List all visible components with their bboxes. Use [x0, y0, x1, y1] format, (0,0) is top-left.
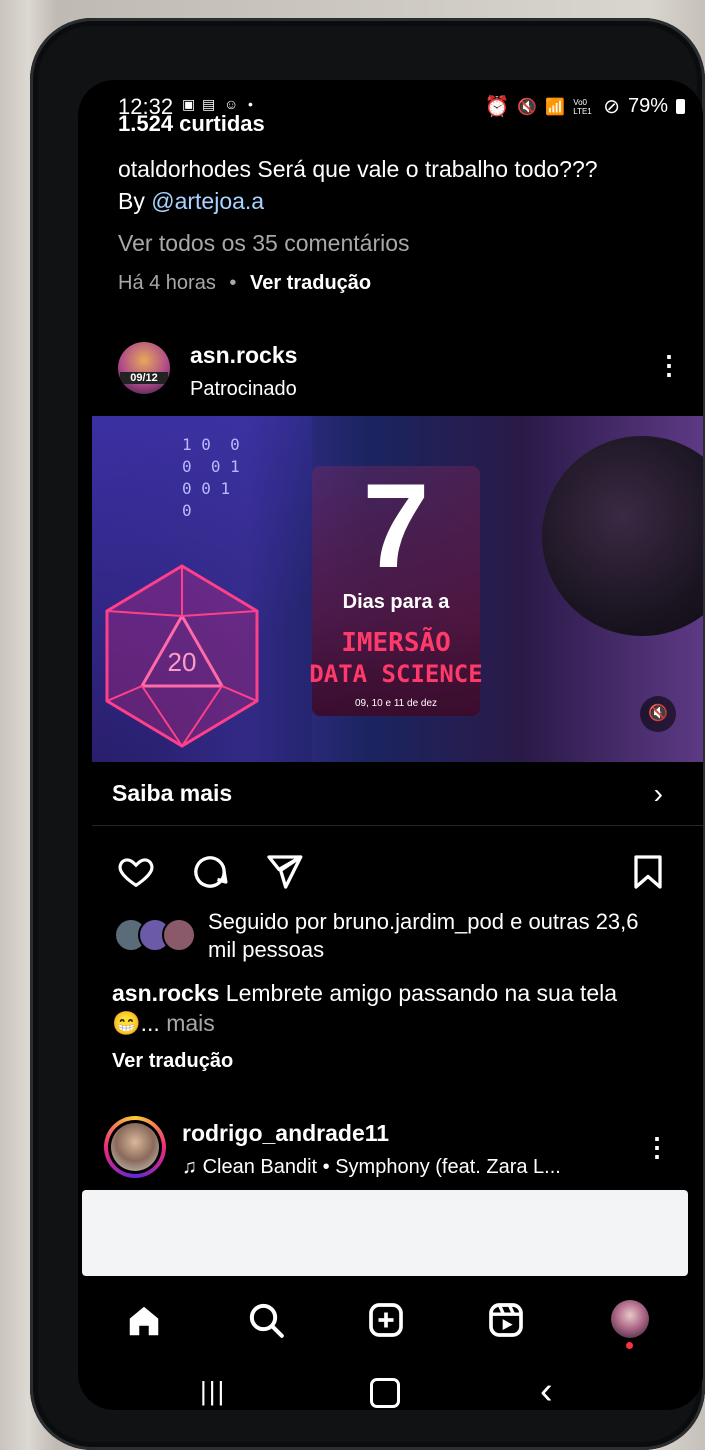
countdown-label: Dias para a [342, 591, 450, 613]
prev-caption-text: Será que vale o trabalho todo??? [257, 156, 598, 182]
reels-icon[interactable] [486, 1300, 526, 1340]
search-icon[interactable] [246, 1300, 286, 1340]
likes-count: 1.524 curtidas [118, 114, 265, 134]
story-ring[interactable] [104, 1116, 166, 1178]
event-title-line2: DATA SCIENCE [309, 660, 483, 688]
ad-username[interactable]: asn.rocks [190, 342, 297, 369]
like-heart-icon[interactable] [116, 852, 156, 890]
share-send-icon[interactable] [264, 852, 304, 892]
prev-caption: otaldorhodes Será que vale o trabalho to… [118, 154, 598, 184]
volte-icon: Vo0 LTE1 [573, 97, 592, 116]
grin-emoji: 😁 [112, 1010, 141, 1036]
learn-more-button[interactable]: Saiba mais [112, 780, 232, 807]
more-link[interactable]: mais [166, 1010, 215, 1036]
back-icon[interactable]: ‹ [540, 1370, 553, 1410]
caption-username[interactable]: asn.rocks [112, 980, 219, 1006]
next-more-options-icon[interactable]: ⋮ [644, 1134, 670, 1160]
meta-separator: • [229, 272, 237, 294]
mute-icon: 🔇 [517, 98, 538, 116]
new-post-icon[interactable] [366, 1300, 406, 1340]
chevron-right-icon[interactable]: › [654, 778, 663, 810]
home-button-icon[interactable] [370, 1378, 400, 1408]
follower-avatar-3 [162, 918, 196, 952]
more-options-icon[interactable]: ⋮ [656, 352, 682, 378]
recent-apps-icon[interactable]: ||| [200, 1376, 226, 1407]
profile-avatar[interactable] [611, 1300, 649, 1338]
status-right: ⏰ 🔇 📶 Vo0 LTE1 ⊘ 79% [484, 94, 685, 119]
comment-icon[interactable] [190, 852, 230, 892]
profile-notification-dot [626, 1342, 633, 1349]
calendar-31-icon: ▤ [202, 96, 216, 112]
home-icon[interactable] [124, 1302, 164, 1340]
caption-ellipsis: ... [140, 1010, 160, 1036]
calendar-icon: ▣ [182, 96, 196, 112]
system-nav-bar: ||| ‹ [78, 1364, 703, 1410]
rodrigo-avatar [111, 1123, 159, 1171]
mention-link[interactable]: @artejoa.a [151, 188, 264, 214]
audio-muted-icon[interactable]: 🔇 [640, 696, 676, 732]
dnd-icon: ⊘ [603, 96, 620, 118]
screen: 12:32 ▣ ▤ ☺ • ⏰ 🔇 📶 Vo0 LTE1 ⊘ 79% 1.524… [78, 80, 703, 1410]
phone-frame: 12:32 ▣ ▤ ☺ • ⏰ 🔇 📶 Vo0 LTE1 ⊘ 79% 1.524… [30, 18, 705, 1450]
post-time: Há 4 horas [118, 272, 216, 294]
event-dates: 09, 10 e 11 de dez [354, 698, 438, 709]
event-title-line1: IMERSÃO [341, 628, 451, 658]
prev-meta: Há 4 horas • Ver tradução [118, 272, 371, 295]
followed-by-text[interactable]: Seguido por bruno.jardim_pod e outras 23… [208, 908, 668, 964]
sponsored-label: Patrocinado [190, 378, 297, 400]
dice-number: 20 [168, 647, 197, 677]
ad-translate-link[interactable]: Ver tradução [112, 1050, 233, 1073]
view-comments-link[interactable]: Ver todos os 35 comentários [118, 228, 410, 258]
post-actions [78, 850, 703, 894]
avatar-badge: 09/12 [120, 372, 168, 384]
alarm-icon: ⏰ [484, 96, 510, 118]
binary-text: 1 0 0 0 0 1 0 0 1 0 [182, 434, 240, 522]
music-note-icon: ♫ [182, 1156, 197, 1178]
wifi-icon: 📶 [545, 98, 566, 116]
music-info[interactable]: ♫ Clean Bandit • Symphony (feat. Zara L.… [182, 1156, 561, 1179]
smiley-icon: ☺ [224, 96, 239, 112]
prev-username[interactable]: otaldorhodes [118, 156, 251, 182]
loading-placeholder [82, 1190, 688, 1276]
asn-avatar[interactable]: 09/12 [118, 342, 170, 394]
divider [92, 825, 703, 826]
translate-link[interactable]: Ver tradução [250, 272, 371, 294]
planet-graphic [542, 436, 703, 636]
by-label: By [118, 188, 145, 214]
binary-line: 0 0 1 [182, 457, 240, 476]
story-ring-gap [108, 1120, 162, 1174]
battery-level: 79% [627, 95, 668, 117]
battery-icon [676, 99, 685, 114]
music-track: Clean Bandit • Symphony (feat. Zara L... [202, 1156, 561, 1178]
notification-dot-icon: • [248, 96, 253, 112]
prev-credit: By @artejoa.a [118, 186, 264, 216]
caption-text: Lembrete amigo passando na sua tela [225, 980, 618, 1006]
ad-image[interactable]: 1 0 0 0 0 1 0 0 1 0 20 7 Dias para a IME… [92, 416, 703, 762]
bookmark-icon[interactable] [630, 852, 666, 892]
bottom-nav [78, 1286, 703, 1356]
binary-line: 0 [182, 501, 192, 520]
d20-dice-graphic: 20 [105, 564, 259, 748]
next-username[interactable]: rodrigo_andrade11 [182, 1120, 389, 1147]
countdown-number: 7 [362, 459, 430, 593]
binary-line: 0 0 1 [182, 479, 231, 498]
ad-caption: asn.rocks Lembrete amigo passando na sua… [112, 978, 692, 1038]
binary-line: 1 0 0 [182, 435, 240, 454]
